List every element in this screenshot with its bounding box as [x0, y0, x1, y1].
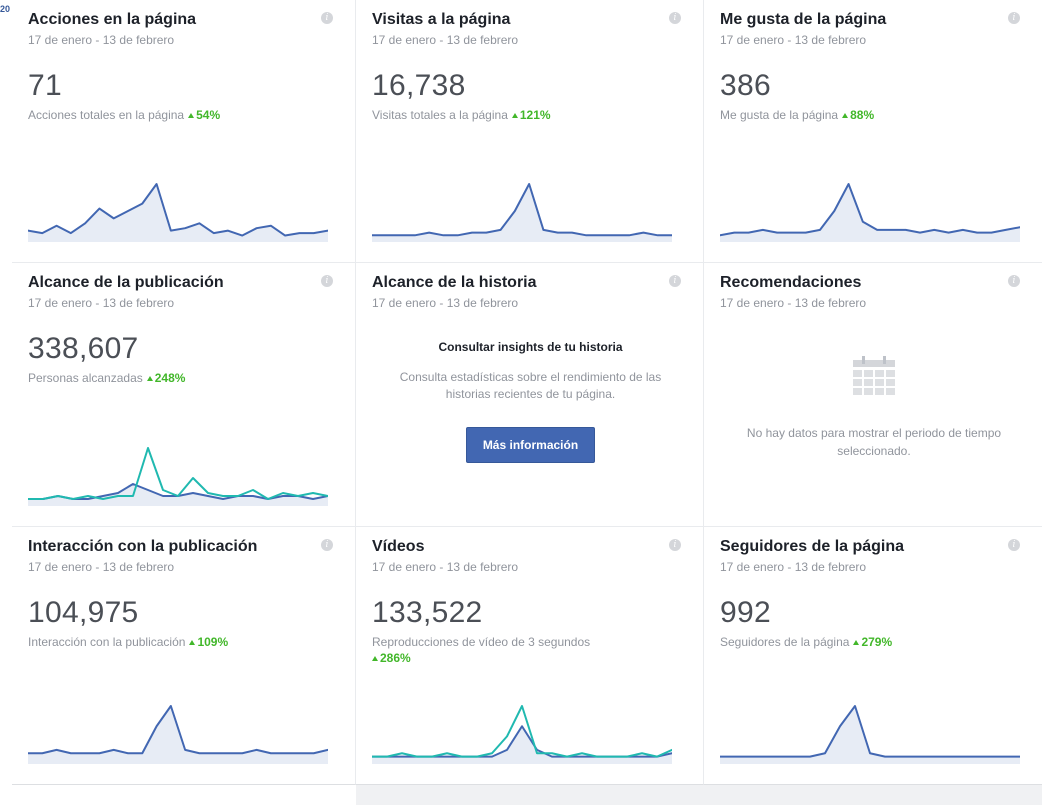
info-icon[interactable]: i — [669, 539, 681, 551]
story-description: Consulta estadísticas sobre el rendimien… — [399, 370, 662, 401]
date-range: 17 de enero - 13 de febrero — [372, 560, 519, 574]
sparkline-series-1 — [28, 447, 328, 500]
delta-badge: 54% — [196, 108, 221, 122]
sparkline-area — [720, 706, 1020, 764]
up-arrow-icon — [146, 376, 153, 381]
more-info-button[interactable]: Más información — [465, 427, 596, 463]
delta-badge: 286% — [380, 651, 411, 665]
delta-badge: 121% — [519, 108, 551, 122]
metric-subtitle: Me gusta de la página 88% — [720, 108, 875, 122]
sparkline-chart — [720, 705, 1020, 764]
metric-subtitle: Personas alcanzadas 248% — [28, 371, 186, 385]
info-icon[interactable]: i — [1008, 275, 1020, 287]
card-title: Me gusta de la página — [720, 11, 887, 28]
card-me-gusta[interactable]: Me gusta de la página i 17 de enero - 13… — [704, 0, 1042, 263]
up-arrow-icon — [189, 640, 196, 645]
insights-grid: Acciones en la página i 17 de enero - 13… — [12, 0, 1042, 785]
card-alcance-publicacion[interactable]: Alcance de la publicación i 17 de enero … — [12, 263, 356, 527]
info-icon[interactable]: i — [1008, 539, 1020, 551]
card-title: Recomendaciones — [720, 274, 862, 291]
card-seguidores[interactable]: Seguidores de la página i 17 de enero - … — [704, 527, 1042, 785]
up-arrow-icon — [842, 113, 849, 118]
date-range: 17 de enero - 13 de febrero — [28, 560, 175, 574]
date-range: 17 de enero - 13 de febrero — [372, 296, 519, 310]
corner-label: 20 — [0, 4, 11, 14]
up-arrow-icon — [372, 656, 378, 661]
card-title: Seguidores de la página — [720, 538, 905, 555]
delta-badge: 279% — [861, 635, 893, 649]
info-icon[interactable]: i — [321, 12, 333, 24]
card-title: Alcance de la historia — [372, 274, 537, 291]
metric-value: 992 — [720, 596, 771, 629]
date-range: 17 de enero - 13 de febrero — [28, 33, 175, 47]
empty-state: No hay datos para mostrar el periodo de … — [720, 356, 1028, 460]
delta-badge: 248% — [154, 371, 186, 385]
card-title: Acciones en la página — [28, 11, 197, 28]
card-title: Alcance de la publicación — [28, 274, 224, 291]
metric-subtitle: Interacción con la publicación 109% — [28, 635, 229, 649]
story-heading: Consultar insights de tu historia — [438, 340, 623, 354]
info-icon[interactable]: i — [321, 275, 333, 287]
date-range: 17 de enero - 13 de febrero — [720, 560, 867, 574]
metric-subtitle: Seguidores de la página 279% — [720, 635, 893, 649]
date-range: 17 de enero - 13 de febrero — [720, 33, 867, 47]
date-range: 17 de enero - 13 de febrero — [28, 296, 175, 310]
card-visitas[interactable]: Visitas a la página i 17 de enero - 13 d… — [356, 0, 704, 263]
metric-value: 338,607 — [28, 332, 139, 365]
delta-badge: 88% — [850, 108, 875, 122]
sparkline-chart — [28, 447, 328, 506]
date-range: 17 de enero - 13 de febrero — [372, 33, 519, 47]
card-acciones[interactable]: Acciones en la página i 17 de enero - 13… — [12, 0, 356, 263]
sparkline-series-0 — [28, 183, 328, 237]
sparkline-area — [372, 184, 672, 242]
card-alcance-historia[interactable]: Alcance de la historia i 17 de enero - 1… — [356, 263, 704, 527]
metric-value: 386 — [720, 69, 771, 102]
sparkline-area — [372, 726, 672, 764]
metric-subtitle: Acciones totales en la página 54% — [28, 108, 221, 122]
info-icon[interactable]: i — [321, 539, 333, 551]
card-title: Visitas a la página — [372, 11, 511, 28]
sparkline-area — [28, 706, 328, 764]
card-recomendaciones[interactable]: Recomendaciones i 17 de enero - 13 de fe… — [704, 263, 1042, 527]
card-interaccion[interactable]: Interacción con la publicación i 17 de e… — [12, 527, 356, 785]
metric-value: 104,975 — [28, 596, 139, 629]
metric-value: 71 — [28, 69, 62, 102]
up-arrow-icon — [188, 113, 195, 118]
card-title: Vídeos — [372, 538, 425, 555]
sparkline-chart — [372, 705, 672, 764]
footer-area — [356, 785, 1042, 805]
up-arrow-icon — [511, 113, 518, 118]
metric-value: 133,522 — [372, 596, 483, 629]
sparkline-chart — [28, 705, 328, 764]
card-title: Interacción con la publicación — [28, 538, 258, 555]
sparkline-area — [720, 184, 1020, 242]
date-range: 17 de enero - 13 de febrero — [720, 296, 867, 310]
info-icon[interactable]: i — [1008, 12, 1020, 24]
card-videos[interactable]: Vídeos i 17 de enero - 13 de febrero 133… — [356, 527, 704, 785]
story-insights-panel: Consultar insights de tu historia Consul… — [372, 340, 689, 463]
empty-state-text: No hay datos para mostrar el periodo de … — [746, 426, 1002, 458]
metric-subtitle: Reproducciones de vídeo de 3 segundos 286… — [372, 635, 591, 665]
info-icon[interactable]: i — [669, 275, 681, 287]
sparkline-chart — [28, 183, 328, 242]
sparkline-chart — [372, 183, 672, 242]
calendar-icon — [853, 356, 895, 396]
sparkline-series-0 — [720, 705, 1020, 758]
sparkline-chart — [720, 183, 1020, 242]
info-icon[interactable]: i — [669, 12, 681, 24]
metric-subtitle: Visitas totales a la página 121% — [372, 108, 551, 122]
up-arrow-icon — [853, 640, 860, 645]
metric-value: 16,738 — [372, 69, 466, 102]
delta-badge: 109% — [197, 635, 229, 649]
